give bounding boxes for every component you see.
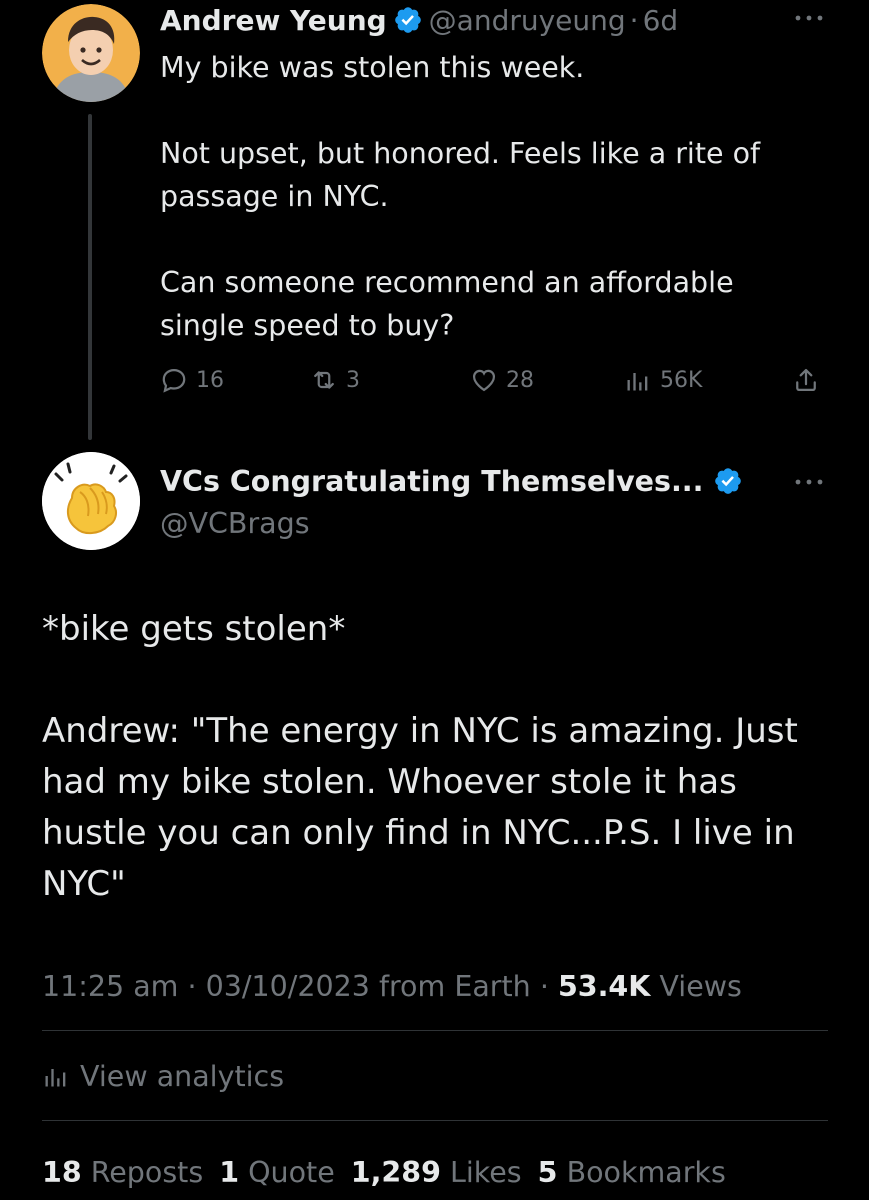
body-paragraph: Andrew: "The energy in NYC is amazing. J… [42,711,798,904]
engagement-stats: 18 Reposts 1 Quote 1,289 Likes 5 Bookmar… [42,1150,742,1194]
reposts-label: Reposts [90,1155,204,1189]
andrew-avatar[interactable] [42,4,140,102]
author-name[interactable]: VCs Congratulating Themselves... [160,465,703,498]
more-icon[interactable] [794,477,824,487]
bookmarks-count: 5 [537,1155,558,1189]
body-paragraph: Can someone recommend an affordable sing… [160,266,734,342]
view-count: 56K [660,367,703,393]
repost-button[interactable]: 3 [310,360,360,400]
share-icon [796,368,816,392]
views-button[interactable]: 56K [624,360,702,400]
view-analytics-button[interactable]: View analytics [42,1054,284,1098]
separator: · [187,970,197,1003]
divider [42,1120,828,1121]
verified-badge-icon [715,468,742,494]
author-handle[interactable]: @VCBrags [160,504,310,544]
views-count: 53.4K [557,970,651,1003]
share-button[interactable] [792,360,828,400]
bookmarks-stat[interactable]: 5 Bookmarks [538,1156,726,1189]
body-paragraph: *bike gets stolen* [42,609,346,649]
reposts-count: 18 [42,1155,82,1189]
thread-connector-line [88,114,92,440]
divider [42,1030,828,1031]
view-analytics-label: View analytics [80,1059,285,1093]
verified-badge-icon [394,7,421,33]
heart-icon [472,369,496,392]
main-tweet-body: *bike gets stolen* Andrew: "The energy i… [42,604,822,910]
likes-count: 1,289 [350,1155,441,1189]
like-button[interactable]: 28 [470,360,534,400]
reply-context-body: My bike was stolen this week. Not upset,… [160,46,820,347]
tweet-age[interactable]: 6d [643,4,679,37]
analytics-icon [627,373,648,391]
body-paragraph: My bike was stolen this week. [160,51,585,84]
reply-count: 16 [196,367,224,393]
tweet-actions-bar: 16 3 28 56K [160,360,830,400]
tweet-source: from Earth [378,970,531,1003]
separator: · [539,970,549,1003]
avatar-illustration [42,4,140,102]
vcbrags-avatar[interactable] [42,452,140,550]
more-icon[interactable] [794,13,824,23]
likes-label: Likes [449,1155,522,1189]
repost-count: 3 [346,367,360,393]
likes-stat[interactable]: 1,289 Likes [351,1156,522,1189]
like-count: 28 [506,367,534,393]
body-paragraph: Not upset, but honored. Feels like a rit… [160,137,761,213]
quotes-label: Quote [248,1155,335,1189]
tweet-meta: 11:25 am · 03/10/2023 from Earth · 53.4K… [42,965,742,1009]
tweet-thread: Andrew Yeung @andruyeung · 6d My bike wa… [0,0,869,1200]
author-name[interactable]: Andrew Yeung [160,4,387,37]
quotes-count: 1 [219,1155,240,1189]
reply-button[interactable]: 16 [160,360,224,400]
analytics-icon [45,1069,66,1087]
main-author-row: VCs Congratulating Themselves... [160,460,749,502]
reposts-stat[interactable]: 18 Reposts [42,1156,203,1189]
reply-icon [162,368,186,393]
author-handle[interactable]: @andruyeung [429,4,626,37]
quotes-stat[interactable]: 1 Quote [219,1156,335,1189]
separator: · [629,3,639,37]
bookmarks-label: Bookmarks [566,1155,726,1189]
repost-icon [314,371,334,389]
tweet-time[interactable]: 11:25 am [42,970,178,1003]
reply-context-header: Andrew Yeung @andruyeung · 6d [160,0,678,40]
clapping-hands-icon [42,452,140,550]
tweet-date[interactable]: 03/10/2023 [206,970,370,1003]
views-label: Views [659,970,742,1003]
